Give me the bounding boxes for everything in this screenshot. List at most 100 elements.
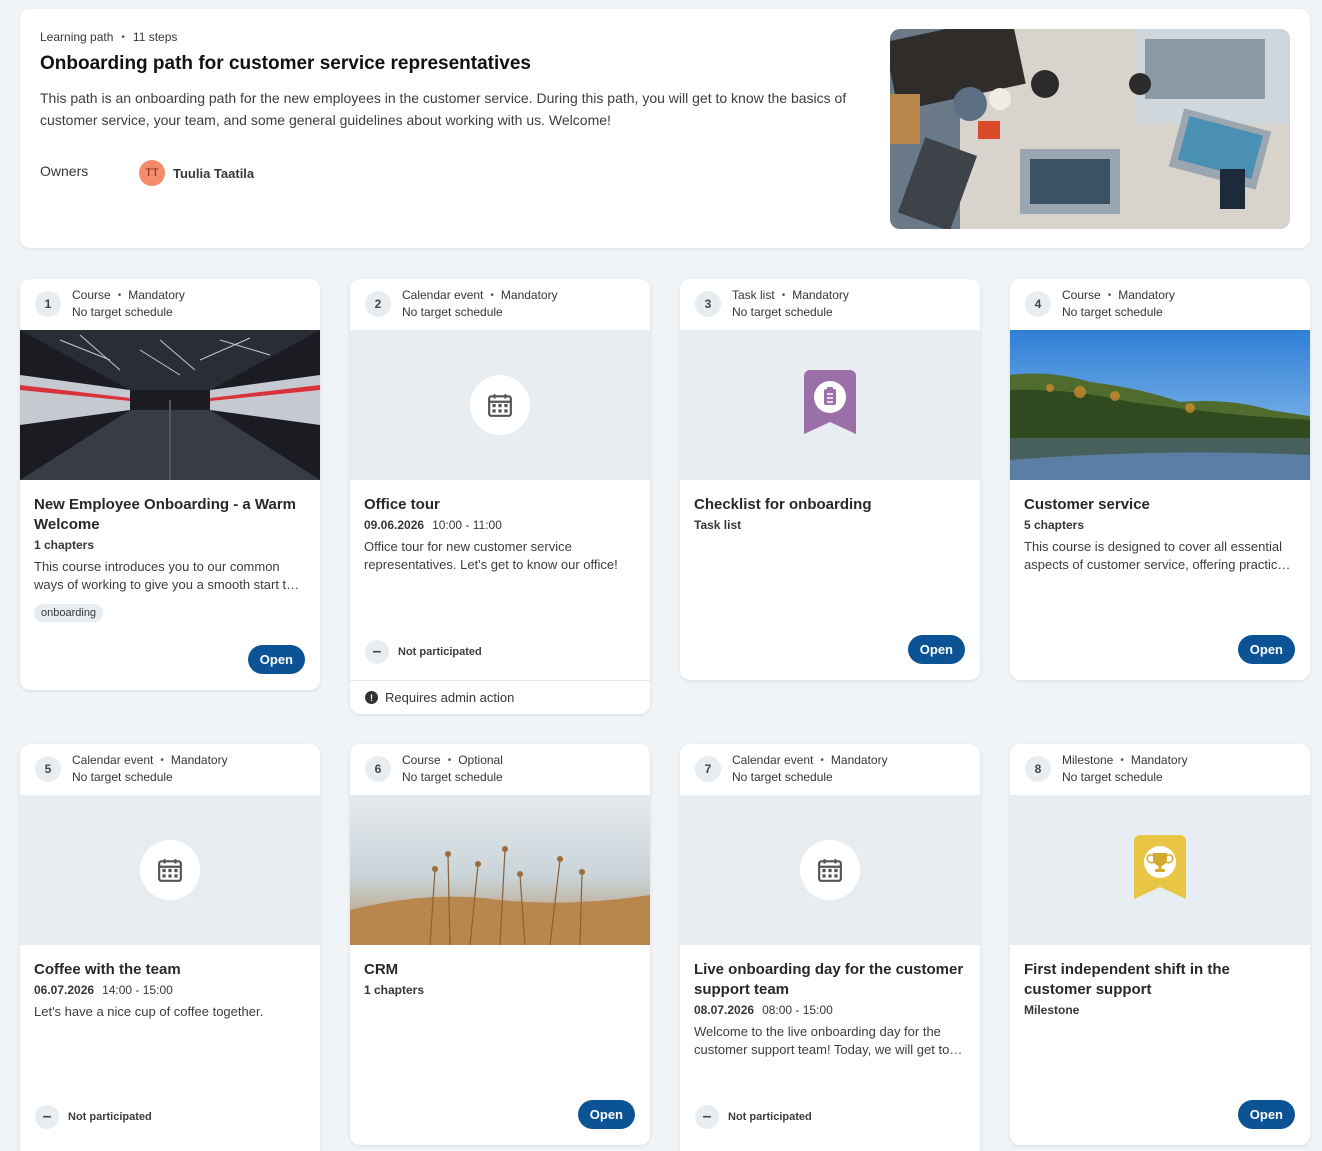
step-requirement: Mandatory bbox=[170, 753, 228, 767]
step-card-8[interactable]: 8 Milestone • Mandatory No target schedule… bbox=[1010, 744, 1310, 1145]
card-header: 2 Calendar event • Mandatory No target sch… bbox=[350, 279, 650, 330]
event-datetime: 06.07.2026 14:00 - 15:00 bbox=[34, 983, 306, 997]
card-body: New Employee Onboarding - a Warm Welcome… bbox=[20, 480, 320, 622]
card-body: First independent shift in the customer … bbox=[1010, 945, 1310, 1017]
step-card-3[interactable]: 3 Task list • Mandatory No target schedule… bbox=[680, 279, 980, 680]
step-type: Calendar event bbox=[732, 753, 814, 767]
card-meta: Calendar event • Mandatory No target sched… bbox=[72, 752, 228, 786]
step-schedule: No target schedule bbox=[732, 770, 833, 784]
card-meta: Course • Mandatory No target schedule bbox=[72, 287, 185, 321]
step-requirement: Mandatory bbox=[792, 288, 849, 302]
step-schedule: No target schedule bbox=[402, 770, 503, 784]
step-description: Office tour for new customer service rep… bbox=[364, 539, 618, 572]
minus-icon: – bbox=[695, 1105, 719, 1129]
owner-name: Tuulia Taatila bbox=[173, 165, 255, 181]
step-type: Course bbox=[1062, 288, 1101, 302]
event-datetime: 09.06.2026 10:00 - 11:00 bbox=[364, 518, 636, 532]
separator-dot: • bbox=[447, 755, 452, 766]
step-title: CRM bbox=[364, 961, 399, 978]
step-requirement: Mandatory bbox=[128, 288, 185, 302]
step-title: New Employee Onboarding - a Warm Welcome bbox=[34, 496, 296, 533]
step-number: 6 bbox=[365, 756, 391, 782]
step-card-4[interactable]: 4 Course • Mandatory No target schedule Cu… bbox=[1010, 279, 1310, 680]
participation-status: – Not participated bbox=[695, 1105, 812, 1129]
milestone-placeholder bbox=[1010, 795, 1310, 945]
step-type: Milestone bbox=[1062, 753, 1114, 767]
path-steps-count: 11 steps bbox=[132, 30, 178, 44]
step-card-5[interactable]: 5 Calendar event • Mandatory No target sch… bbox=[20, 744, 320, 1151]
page-title: Onboarding path for customer service rep… bbox=[40, 53, 531, 74]
course-cover-image bbox=[350, 795, 650, 945]
step-schedule: No target schedule bbox=[72, 770, 173, 784]
card-body: Customer service 5 chapters This course … bbox=[1010, 480, 1310, 574]
course-cover-image bbox=[20, 330, 320, 480]
minus-icon: – bbox=[35, 1105, 59, 1129]
card-meta: Course • Optional No target schedule bbox=[402, 752, 503, 786]
step-schedule: No target schedule bbox=[1062, 770, 1163, 784]
event-time: 14:00 - 15:00 bbox=[102, 983, 173, 997]
step-requirement: Mandatory bbox=[1118, 288, 1175, 302]
open-button[interactable]: Open bbox=[907, 635, 965, 664]
card-body: Office tour 09.06.2026 10:00 - 11:00 Offi… bbox=[350, 480, 650, 574]
separator-dot: • bbox=[1107, 290, 1112, 301]
open-button[interactable]: Open bbox=[1237, 1100, 1295, 1129]
step-title: First independent shift in the customer … bbox=[1024, 961, 1230, 998]
step-number: 5 bbox=[35, 756, 61, 782]
clipboard-icon bbox=[804, 370, 856, 434]
card-header: 7 Calendar event • Mandatory No target sch… bbox=[680, 744, 980, 795]
step-schedule: No target schedule bbox=[1062, 305, 1163, 319]
tag-chip[interactable]: onboarding bbox=[34, 604, 104, 622]
course-cover-image bbox=[1010, 330, 1310, 480]
step-subtitle: Task list bbox=[694, 518, 742, 532]
card-header: 4 Course • Mandatory No target schedule bbox=[1010, 279, 1310, 330]
event-time: 10:00 - 11:00 bbox=[432, 518, 502, 532]
step-card-2[interactable]: 2 Calendar event • Mandatory No target sch… bbox=[350, 279, 650, 714]
open-button[interactable]: Open bbox=[577, 1100, 635, 1129]
calendar-icon bbox=[470, 375, 530, 435]
step-description: This course is designed to cover all ess… bbox=[1024, 539, 1288, 572]
step-description: Let's have a nice cup of coffee together… bbox=[34, 1004, 264, 1019]
step-schedule: No target schedule bbox=[72, 305, 173, 319]
trophy-icon bbox=[1134, 835, 1186, 899]
step-number: 2 bbox=[365, 291, 391, 317]
step-card-6[interactable]: 6 Course • Optional No target schedule CRM… bbox=[350, 744, 650, 1145]
step-title: Checklist for onboarding bbox=[694, 496, 872, 513]
open-button[interactable]: Open bbox=[247, 645, 305, 674]
path-type: Learning path bbox=[40, 30, 114, 44]
card-header: 8 Milestone • Mandatory No target schedule bbox=[1010, 744, 1310, 795]
owner-chip[interactable]: TT Tuulia Taatila bbox=[139, 160, 254, 186]
path-cover-image bbox=[890, 29, 1290, 229]
card-header: 6 Course • Optional No target schedule bbox=[350, 744, 650, 795]
admin-action-notice: ! Requires admin action bbox=[350, 680, 650, 714]
step-chapters: 1 chapters bbox=[34, 538, 95, 552]
step-requirement: Mandatory bbox=[830, 753, 888, 767]
step-card-1[interactable]: 1 Course • Mandatory No target schedule Ne… bbox=[20, 279, 320, 690]
card-meta: Milestone • Mandatory No target schedule bbox=[1062, 752, 1188, 786]
event-date: 09.06.2026 bbox=[364, 518, 425, 532]
open-button[interactable]: Open bbox=[1237, 635, 1295, 664]
step-description: This course introduces you to our common… bbox=[34, 559, 294, 592]
tasklist-placeholder bbox=[680, 330, 980, 480]
minus-icon: – bbox=[365, 640, 389, 664]
separator-dot: • bbox=[820, 755, 824, 766]
card-body: Checklist for onboarding Task list bbox=[680, 480, 980, 532]
card-meta: Calendar event • Mandatory No target sched… bbox=[402, 287, 558, 321]
step-schedule: No target schedule bbox=[402, 305, 503, 319]
event-time: 08:00 - 15:00 bbox=[762, 1003, 833, 1017]
card-meta: Calendar event • Mandatory No target sched… bbox=[732, 752, 888, 786]
card-body: Live onboarding day for the customer sup… bbox=[680, 945, 980, 1059]
step-card-7[interactable]: 7 Calendar event • Mandatory No target sch… bbox=[680, 744, 980, 1151]
step-number: 1 bbox=[35, 291, 61, 317]
admin-action-label: Requires admin action bbox=[385, 690, 515, 705]
card-body: Coffee with the team 06.07.2026 14:00 - 1… bbox=[20, 945, 320, 1021]
event-datetime: 08.07.2026 08:00 - 15:00 bbox=[694, 1003, 966, 1017]
step-number: 8 bbox=[1025, 756, 1051, 782]
step-type: Calendar event bbox=[72, 753, 154, 767]
step-chapters: 5 chapters bbox=[1024, 518, 1085, 532]
calendar-icon bbox=[140, 840, 200, 900]
step-schedule: No target schedule bbox=[732, 305, 833, 319]
separator-dot: • bbox=[1120, 755, 1124, 766]
participation-status: – Not participated bbox=[35, 1105, 152, 1129]
event-date: 08.07.2026 bbox=[694, 1003, 755, 1017]
step-requirement: Mandatory bbox=[1130, 753, 1188, 767]
